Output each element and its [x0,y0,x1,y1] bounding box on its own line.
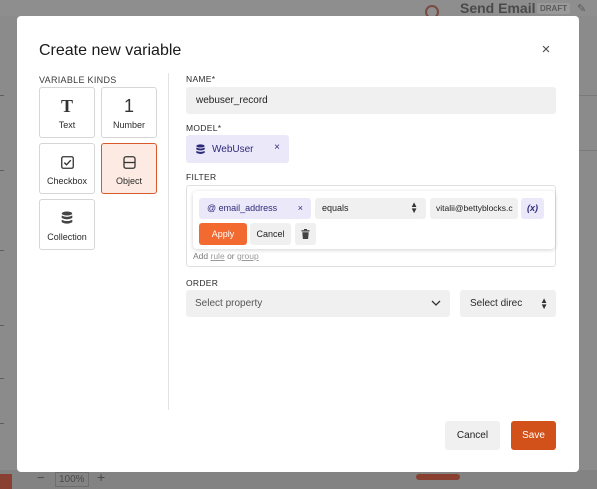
close-icon[interactable]: × [536,40,556,60]
background-divider [0,423,4,424]
add-group-link[interactable]: group [237,251,259,261]
section-divider [168,73,169,410]
name-label: NAME* [186,74,216,84]
or-text: or [227,251,235,261]
add-filter-row: Add rule or group [193,251,259,261]
model-name: WebUser [212,143,254,155]
order-property-select[interactable]: Select property [186,290,450,317]
kind-label: Object [115,176,142,186]
filter-property: @ email_address [207,203,278,213]
save-button[interactable]: Save [511,421,556,450]
filter-cancel-button[interactable]: Cancel [250,223,291,245]
filter-property-chip[interactable]: @ email_address × [199,198,311,219]
kind-label: Number [112,120,145,130]
number-icon: 1 [123,95,134,116]
pencil-icon: ✎ [577,3,587,15]
sort-arrows-icon: ▲ ▼ [410,200,418,215]
kind-label: Checkbox [46,176,88,186]
order-direction-select[interactable]: Select direc ▲ ▼ [460,290,556,317]
order-direction-placeholder: Select direc [470,298,523,309]
background-accent [416,474,460,480]
filter-label: FILTER [186,172,217,182]
background-divider [578,150,597,151]
add-text: Add [193,251,209,261]
kind-card-text[interactable]: T Text [39,87,95,138]
order-label: ORDER [186,278,219,288]
background-divider [0,95,4,96]
checkbox-icon [40,153,94,171]
trash-icon [301,229,310,239]
apply-button[interactable]: Apply [199,223,247,245]
variable-button[interactable]: (x) [521,198,544,219]
operator-value: equals [322,203,349,213]
cancel-button[interactable]: Cancel [445,421,500,450]
text-icon: T [60,95,73,116]
model-chip[interactable]: WebUser × [186,135,289,163]
zoom-bar [0,470,597,489]
background-divider [0,378,4,379]
create-variable-modal: Create new variable × VARIABLE KINDS T T… [17,16,579,472]
sort-arrows-icon: ▲ ▼ [537,297,548,311]
kind-label: Collection [47,232,87,242]
background-divider [0,250,4,251]
name-input[interactable]: webuser_record [186,87,556,114]
zoom-level: 100% [55,472,89,487]
remove-model-icon[interactable]: × [274,142,280,153]
kind-card-number[interactable]: 1 Number [101,87,157,138]
kind-label: Text [58,120,76,130]
operator-select[interactable]: equals ▲ ▼ [315,198,426,219]
kind-card-object[interactable]: Object [101,143,157,194]
status-badge: DRAFT [537,3,571,14]
remove-property-icon[interactable]: × [298,203,303,213]
kind-card-collection[interactable]: Collection [39,199,95,250]
background-divider [578,95,597,96]
kind-card-checkbox[interactable]: Checkbox [39,143,95,194]
variable-kinds-label: VARIABLE KINDS [39,75,117,85]
background-accent [0,474,12,489]
background-page-title: Send Email [460,0,536,16]
delete-rule-button[interactable] [295,223,316,245]
zoom-out-button[interactable]: − [37,470,45,485]
collection-icon [40,209,94,227]
background-divider [0,170,4,171]
model-label: MODEL* [186,123,222,133]
database-icon [196,143,205,154]
order-property-placeholder: Select property [195,298,263,309]
filter-value-input[interactable]: vitalii@bettyblocks.c [430,198,518,219]
modal-title: Create new variable [39,42,182,59]
object-icon [102,153,156,171]
background-divider [0,325,4,326]
chevron-down-icon [431,300,441,306]
add-rule-link[interactable]: rule [211,251,225,261]
